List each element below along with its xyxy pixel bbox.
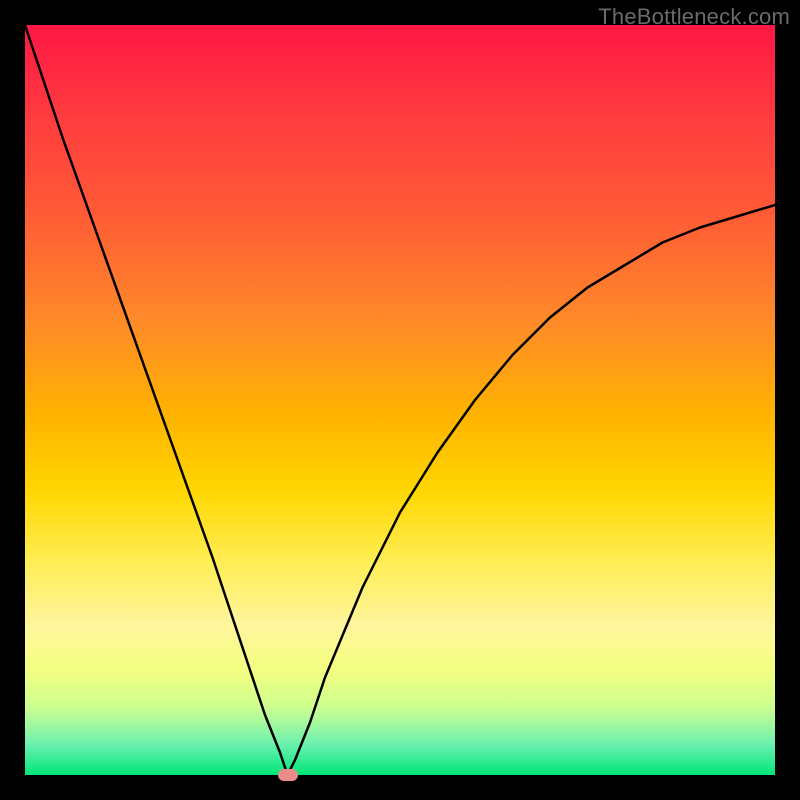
watermark-label: TheBottleneck.com: [598, 4, 790, 30]
bottleneck-curve: [25, 25, 775, 775]
minimum-marker: [278, 769, 298, 781]
chart-frame: TheBottleneck.com: [0, 0, 800, 800]
plot-area: [25, 25, 775, 775]
curve-svg: [25, 25, 775, 775]
